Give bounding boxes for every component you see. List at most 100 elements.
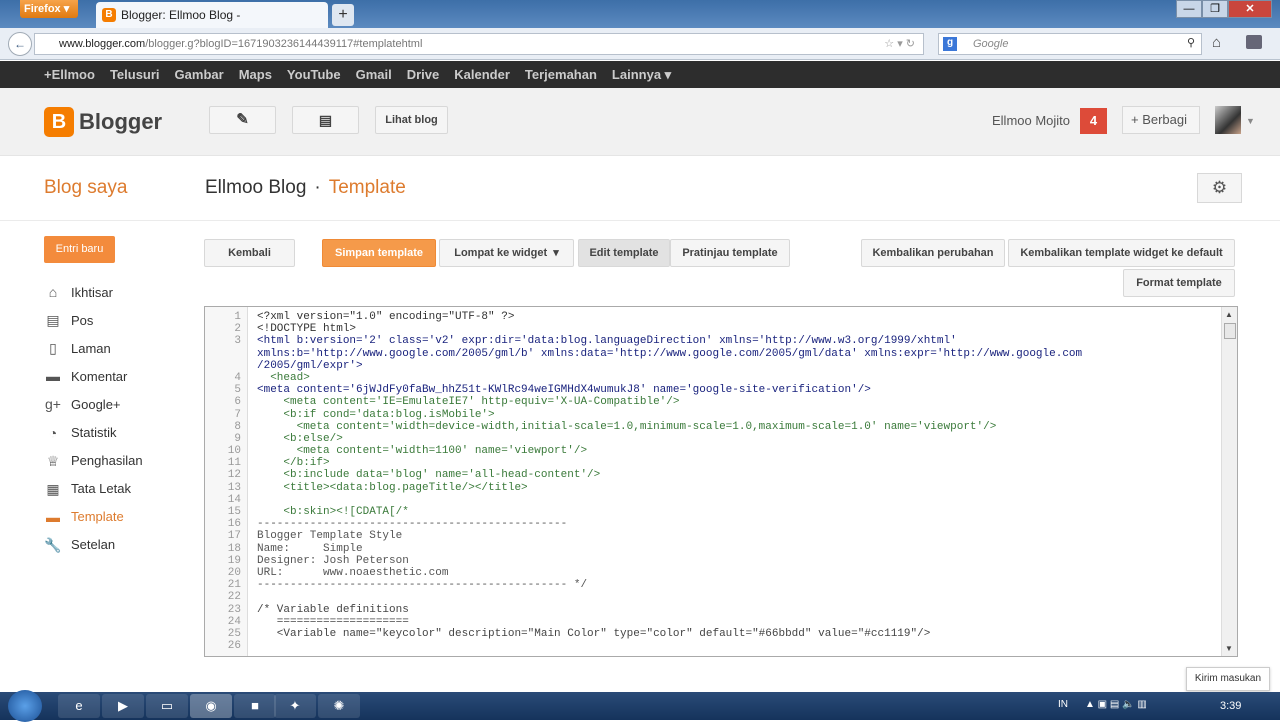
send-feedback-button[interactable]: Kirim masukan — [1186, 667, 1270, 691]
view-blog-button[interactable]: Lihat blog — [375, 106, 448, 134]
sidebar-item-template[interactable]: ▬ Template — [44, 503, 143, 531]
language-indicator[interactable]: IN — [1058, 699, 1068, 710]
google-icon: g — [943, 37, 957, 51]
code-line: 4 <head> — [205, 372, 1082, 384]
browser-tab[interactable]: B Blogger: Ellmoo Blog - — [96, 2, 328, 28]
sidebar-item-laman[interactable]: ▯ Laman — [44, 334, 143, 362]
template-code-editor[interactable]: 1 <?xml version="1.0" encoding="UTF-8" ?>… — [204, 306, 1238, 657]
blog-name[interactable]: Ellmoo Blog — [205, 177, 306, 198]
sidebar: ⌂ Ikhtisar ▤ Pos ▯ Laman ▬ Komentar g+ Google+ ◔ St… — [44, 278, 143, 559]
code-text: Name: Simple — [257, 542, 363, 555]
url-bar[interactable]: www.blogger.com/blogger.g?blogID=1671903… — [34, 33, 924, 55]
my-blogs-link[interactable]: Blog saya — [44, 177, 127, 199]
close-button[interactable]: ✕ — [1228, 0, 1272, 18]
share-button[interactable]: + Berbagi — [1122, 106, 1200, 134]
preview-template-button[interactable]: Pratinjau template — [670, 239, 790, 267]
code-text: <?xml version="1.0" encoding="UTF-8" ?> — [257, 311, 515, 323]
template-icon: ▬ — [46, 508, 60, 525]
google-bar-link[interactable]: Lainnya ▾ — [612, 61, 671, 88]
sidebar-item-pos[interactable]: ▤ Pos — [44, 306, 143, 334]
sidebar-item-penghasilan[interactable]: ♕ Penghasilan — [44, 447, 143, 475]
restore-button[interactable]: ❐ — [1202, 0, 1228, 18]
code-content[interactable]: 1 <?xml version="1.0" encoding="UTF-8" ?>… — [205, 311, 1082, 652]
scroll-thumb[interactable] — [1224, 323, 1236, 339]
google-bar-link[interactable]: Gambar — [175, 61, 224, 88]
media-player-icon[interactable]: ▶ — [102, 694, 144, 718]
bookmarks-icon[interactable] — [1246, 35, 1262, 49]
blogger-logo[interactable]: B Blogger — [44, 107, 162, 137]
gear-icon[interactable]: ⚙ — [1197, 173, 1242, 203]
blogger-logo-icon: B — [44, 107, 74, 137]
app-icon[interactable]: ✦ — [274, 694, 316, 718]
firefox-menu-button[interactable]: Firefox ▾ — [20, 0, 78, 18]
sidebar-item-tata-letak[interactable]: ▦ Tata Letak — [44, 475, 143, 503]
page-icon: ▯ — [49, 340, 57, 357]
sidebar-item-komentar[interactable]: ▬ Komentar — [44, 362, 143, 390]
code-text: <title><data:blog.pageTitle/></title> — [257, 481, 528, 494]
code-line: 7 <b:if cond='data:blog.isMobile'> — [205, 409, 1082, 421]
new-post-pencil-button[interactable]: ✎ — [209, 106, 276, 134]
save-template-button[interactable]: Simpan template — [322, 239, 436, 267]
start-button[interactable] — [8, 690, 42, 722]
code-text: <meta content='IE=EmulateIE7' http-equiv… — [257, 396, 680, 409]
line-number: 18 — [227, 542, 241, 555]
new-post-button[interactable]: Entri baru — [44, 236, 115, 263]
google-bar-link[interactable]: Drive — [407, 61, 440, 88]
back-button[interactable]: ← — [8, 32, 32, 56]
vertical-scrollbar[interactable]: ▲ ▼ — [1221, 307, 1237, 656]
minimize-button[interactable]: — — [1176, 0, 1202, 18]
firefox-icon[interactable]: ◉ — [190, 694, 232, 718]
google-bar-link[interactable]: Gmail — [356, 61, 392, 88]
google-bar-link[interactable]: +Ellmoo — [44, 61, 95, 88]
trophy-icon: ♕ — [46, 452, 60, 469]
home-icon[interactable]: ⌂ — [1212, 34, 1221, 51]
scroll-down-icon[interactable]: ▼ — [1225, 644, 1233, 653]
sidebar-item-setelan[interactable]: 🔧 Setelan — [44, 531, 143, 559]
sidebar-item-statistik[interactable]: ◔ Statistik — [44, 418, 143, 446]
search-icon[interactable]: ⚲ — [1187, 36, 1195, 49]
revert-changes-button[interactable]: Kembalikan perubahan — [861, 239, 1005, 267]
line-number: 10 — [227, 445, 241, 458]
code-text: <head> — [257, 371, 310, 384]
app-icon[interactable]: ✺ — [318, 694, 360, 718]
page-title: Template — [328, 177, 406, 198]
internet-explorer-icon[interactable]: e — [58, 694, 100, 718]
posts-list-button[interactable]: ▤ — [292, 106, 359, 134]
line-number: 23 — [227, 603, 241, 616]
line-number: 11 — [227, 457, 241, 470]
code-text: <b:skin><![CDATA[/* — [257, 506, 409, 518]
avatar[interactable] — [1215, 106, 1241, 134]
line-number: 12 — [227, 469, 241, 482]
notification-badge[interactable]: 4 — [1080, 108, 1107, 134]
edit-template-button[interactable]: Edit template — [578, 239, 670, 267]
code-text: URL: www.noaesthetic.com — [257, 566, 449, 579]
code-line: 6 <meta content='IE=EmulateIE7' http-equ… — [205, 396, 1082, 408]
code-text: ==================== — [257, 615, 409, 628]
blogger-header: B Blogger ✎ ▤ Lihat blog Ellmoo Mojito 4 … — [0, 88, 1280, 156]
code-text: <!DOCTYPE html> — [257, 323, 357, 336]
google-bar-link[interactable]: Telusuri — [110, 61, 160, 88]
app-icon[interactable]: ■ — [234, 694, 276, 718]
bookmark-star-icon[interactable]: ☆ ▾ ↻ — [884, 37, 915, 50]
explorer-icon[interactable]: ▭ — [146, 694, 188, 718]
back-button[interactable]: Kembali — [204, 239, 295, 267]
clock[interactable]: 3:39 — [1220, 700, 1241, 712]
format-template-button[interactable]: Format template — [1123, 269, 1235, 297]
google-bar-link[interactable]: Kalender — [454, 61, 510, 88]
revert-widgets-button[interactable]: Kembalikan template widget ke default — [1008, 239, 1235, 267]
new-tab-button[interactable]: + — [332, 4, 354, 26]
user-name[interactable]: Ellmoo Mojito — [992, 113, 1070, 128]
google-bar-link[interactable]: Terjemahan — [525, 61, 597, 88]
search-input[interactable]: g Google ⚲ — [938, 33, 1202, 55]
jump-to-widget-dropdown[interactable]: Lompat ke widget ▾ — [439, 239, 574, 267]
sidebar-item-ikhtisar[interactable]: ⌂ Ikhtisar — [44, 278, 143, 306]
sidebar-item-google-[interactable]: g+ Google+ — [44, 390, 143, 418]
pie-chart-icon: ◔ — [48, 424, 58, 441]
system-tray-icons[interactable]: ▲ ▣ ▤ 🔈 ▥ — [1085, 699, 1147, 710]
google-bar-link[interactable]: YouTube — [287, 61, 341, 88]
scroll-up-icon[interactable]: ▲ — [1225, 310, 1233, 319]
code-line: 25 <Variable name="keycolor" description… — [205, 628, 1082, 640]
line-number: 13 — [227, 481, 241, 494]
google-bar-link[interactable]: Maps — [239, 61, 272, 88]
chevron-down-icon[interactable]: ▼ — [1246, 116, 1255, 126]
